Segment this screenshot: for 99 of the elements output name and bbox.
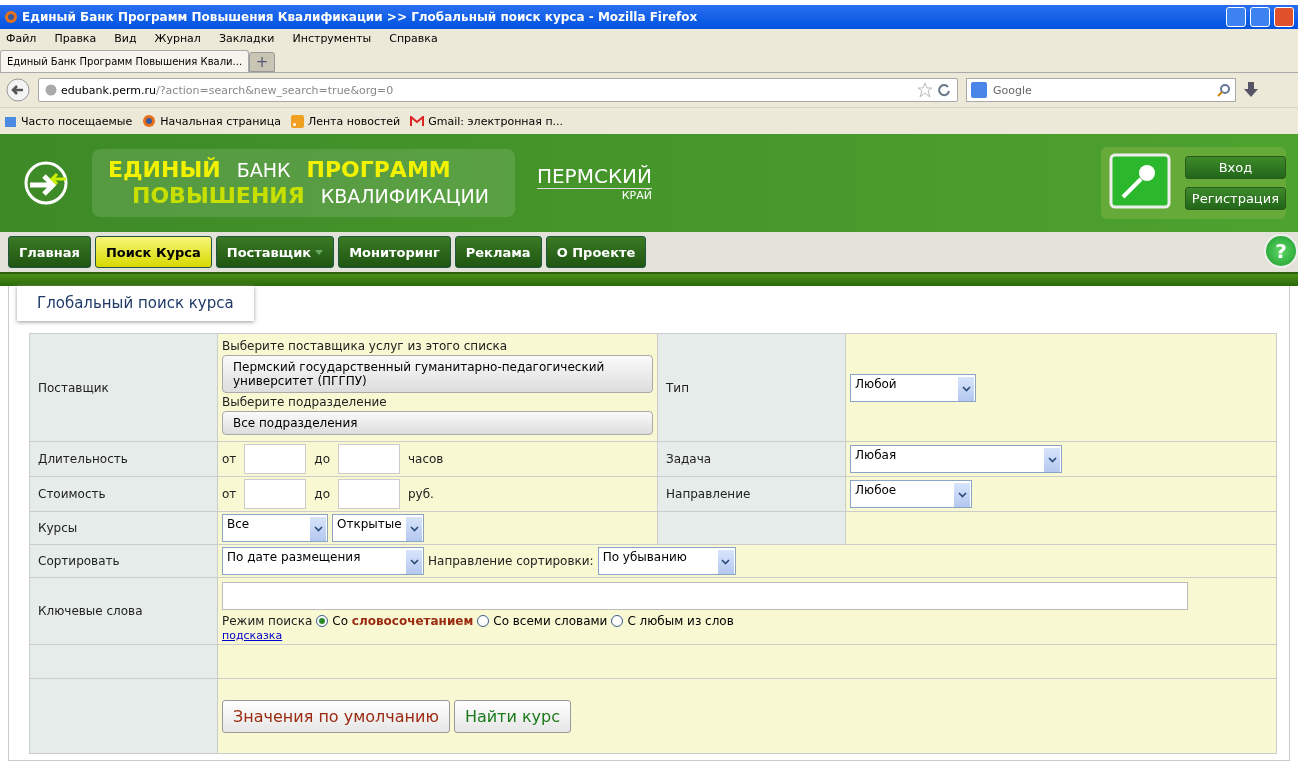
- caret-icon: [409, 526, 419, 532]
- dropdown[interactable]: Любой: [850, 373, 976, 402]
- from-label: от: [222, 487, 237, 501]
- bookmark[interactable]: Gmail: электронная п...: [410, 114, 564, 128]
- address-field[interactable]: edubank.perm.ru/?action=search&new_search=true&org=0: [38, 78, 958, 102]
- auth-button[interactable]: Вход: [1184, 156, 1286, 179]
- menu-item[interactable]: Журнал: [154, 32, 201, 45]
- input-field[interactable]: [338, 479, 400, 509]
- radio-button[interactable]: [477, 615, 490, 627]
- radio-label: С любым из слов: [627, 614, 734, 628]
- radio-button[interactable]: [611, 615, 624, 627]
- logo-text: БАНК: [236, 158, 291, 183]
- caret-icon: [957, 492, 967, 498]
- caret-icon: [721, 559, 731, 565]
- field-label: Направление: [657, 476, 846, 512]
- mail-icon: [410, 115, 425, 127]
- to-label: до: [314, 487, 330, 501]
- caret-icon: [961, 385, 971, 392]
- url-text: edubank.perm.ru/?action=search&new_search=true&org=0: [61, 83, 394, 97]
- field-hint: Выберите поставщика услуг из этого списка: [222, 338, 508, 353]
- field-label: Тип: [657, 333, 846, 442]
- nav-tab[interactable]: О Проекте: [545, 236, 647, 268]
- field-label: Задача: [657, 441, 846, 477]
- logo-text: ПРОГРАММ: [306, 157, 451, 183]
- caret-icon: [1047, 457, 1057, 463]
- reload-icon[interactable]: [937, 83, 951, 97]
- menu-item[interactable]: Вид: [114, 32, 137, 45]
- window-title: Единый Банк Программ Повышения Квалификации >> Глобальный поиск курса - Mozilla Firefox: [22, 10, 698, 24]
- nav-tab[interactable]: Реклама: [454, 236, 542, 268]
- logo-text: ПОВЫШЕНИЯ: [132, 183, 305, 209]
- auth-button[interactable]: Регистрация: [1184, 187, 1286, 210]
- input-field[interactable]: [244, 479, 307, 509]
- new-tab-button[interactable]: +: [249, 52, 276, 72]
- field-label: Ключевые слова: [29, 577, 218, 645]
- star-icon[interactable]: [917, 82, 933, 98]
- unit-label: руб.: [408, 487, 434, 501]
- caret-icon: [315, 249, 324, 255]
- keywords-field[interactable]: [222, 582, 1188, 610]
- search-icon: [1217, 83, 1231, 97]
- back-icon[interactable]: [6, 78, 30, 102]
- field-label: Сортировать: [29, 544, 218, 578]
- radio-label: Со всеми словами: [493, 614, 608, 628]
- logo-text: КВАЛИФИКАЦИИ: [320, 184, 489, 209]
- dropdown[interactable]: Любая: [850, 445, 1062, 473]
- from-label: от: [222, 452, 237, 466]
- to-label: до: [314, 452, 330, 466]
- menu-item[interactable]: Файл: [6, 32, 37, 45]
- rss-icon: [290, 114, 304, 128]
- folder-icon: [4, 114, 17, 128]
- field-hint: Выберите подразделение: [222, 394, 387, 409]
- radio-label: Со словосочетанием: [332, 614, 474, 628]
- reset-button[interactable]: Значения по умолчанию: [222, 699, 450, 733]
- region-title: ПЕРМСКИЙ: [536, 164, 652, 189]
- search-button[interactable]: Найти курс: [453, 699, 571, 733]
- dropdown[interactable]: Все: [222, 514, 328, 542]
- caret-icon: [313, 526, 323, 532]
- globe-icon: [45, 84, 57, 96]
- bookmark[interactable]: Лента новостей: [290, 114, 401, 128]
- nav-tab[interactable]: Главная: [8, 236, 91, 268]
- field-label: Направление сортировки:: [428, 554, 594, 568]
- dropdown[interactable]: По дате размещения: [222, 547, 424, 575]
- download-icon[interactable]: [1244, 82, 1258, 98]
- department-select[interactable]: Все подразделения: [222, 410, 653, 435]
- browser-tab[interactable]: Единый Банк Программ Повышения Квали...: [0, 50, 250, 72]
- field-label: Поставщик: [29, 333, 218, 442]
- nav-tab[interactable]: Поиск Курса: [94, 236, 212, 268]
- arrow-logo-icon: [22, 159, 70, 207]
- dropdown[interactable]: Любое: [850, 480, 972, 508]
- radio-button[interactable]: [316, 615, 329, 627]
- page-tab[interactable]: Глобальный поиск курса: [17, 286, 254, 321]
- bookmark[interactable]: Начальная страница: [142, 114, 281, 128]
- dropdown[interactable]: Открытые: [332, 514, 424, 542]
- google-icon: [971, 82, 987, 98]
- menu-item[interactable]: Закладки: [218, 32, 275, 45]
- nav-tab[interactable]: Поставщик: [215, 236, 335, 268]
- field-label: Длительность: [29, 441, 218, 477]
- logo-text: ЕДИНЫЙ: [108, 157, 221, 183]
- menu-item[interactable]: Справка: [389, 32, 438, 45]
- field-label: Режим поиска: [222, 614, 313, 628]
- dropdown[interactable]: По убыванию: [597, 547, 736, 575]
- bookmark[interactable]: Часто посещаемые: [4, 114, 133, 128]
- menu-item[interactable]: Правка: [54, 32, 97, 45]
- field-label: Стоимость: [29, 476, 218, 512]
- caret-icon: [409, 559, 419, 565]
- hint-link[interactable]: подсказка: [222, 629, 283, 642]
- close-button[interactable]: [1274, 7, 1294, 27]
- search-field[interactable]: Google: [966, 78, 1236, 102]
- provider-select[interactable]: Пермский государственный гуманитарно-педагогический университет (ПГГПУ): [222, 354, 653, 393]
- minimize-button[interactable]: [1226, 7, 1246, 27]
- unit-label: часов: [408, 452, 444, 466]
- input-field[interactable]: [244, 444, 307, 474]
- region-subtitle: КРАЙ: [621, 189, 652, 202]
- menu-item[interactable]: Инструменты: [292, 32, 372, 45]
- field-label: Курсы: [29, 511, 218, 545]
- restore-button[interactable]: [1250, 7, 1270, 27]
- input-field[interactable]: [338, 444, 400, 474]
- nav-tab[interactable]: Мониторинг: [338, 236, 451, 268]
- globe-icon: [142, 114, 157, 128]
- browser-icon: [4, 10, 18, 24]
